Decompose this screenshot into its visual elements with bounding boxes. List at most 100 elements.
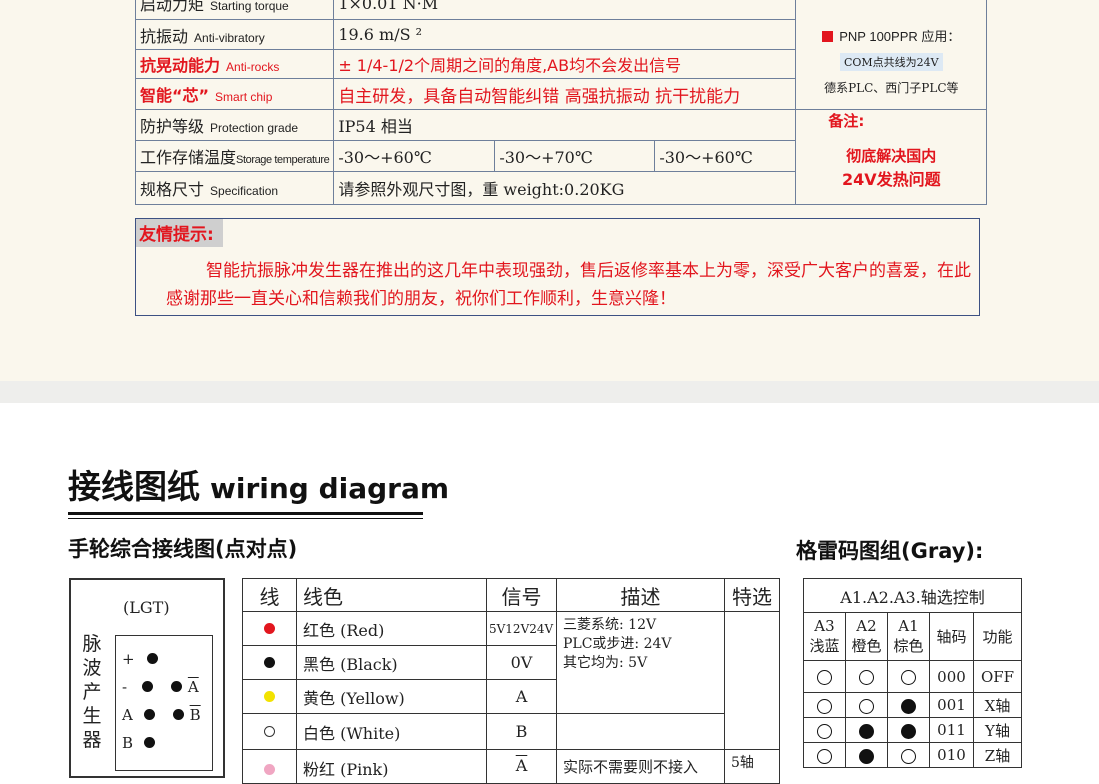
axis-code: 001 — [929, 692, 974, 718]
wire-color-table: 线 线色 信号 描述 特选 红色 (Red) 5V12V24V 三菱系统: 12… — [242, 578, 780, 784]
yellow-dot-icon — [264, 691, 275, 702]
open-circle-icon — [817, 670, 832, 685]
table-row: 白色 (White) B — [242, 713, 780, 750]
col-header: A2 橙色 — [845, 612, 888, 661]
spec-label: 抗晃动能力 Anti-rocks — [134, 49, 335, 79]
special-option: 5轴 — [724, 749, 780, 784]
spec-value: 自主研发，具备自动智能纠错 高强抗振动 抗干扰能力 — [333, 78, 797, 110]
terminal-block: + - A A B B — [115, 635, 213, 771]
axis-code: 011 — [929, 717, 974, 743]
open-circle-icon — [901, 670, 916, 685]
title-underline — [68, 512, 423, 515]
com-note: COM点共线为24V — [839, 53, 943, 71]
terminal-dot-icon — [170, 681, 182, 692]
section-divider — [0, 381, 1099, 403]
temp-value: -30～+70℃ — [494, 140, 656, 172]
terminal-row: A B — [122, 706, 201, 724]
output-info: PNP 100PPR 应用： COM点共线为24V 德系PLC、西门子PLC等 — [795, 0, 988, 110]
spec-label: 工作存储温度Storage temperature — [134, 140, 335, 172]
col-header: A1 棕色 — [887, 612, 930, 661]
col-header: 轴码 — [929, 612, 974, 661]
col-header: 线 — [242, 578, 297, 612]
temp-value: -30～+60℃ — [333, 140, 496, 172]
axis-function: X轴 — [973, 692, 1022, 718]
spec-value: 1×0.01 N·M — [333, 0, 797, 20]
axis-function: Y轴 — [973, 717, 1022, 743]
col-header: 线色 — [296, 578, 487, 612]
terminal-row: + — [122, 650, 159, 668]
red-dot-icon — [264, 623, 275, 634]
col-header: 功能 — [973, 612, 1022, 661]
terminal-dot-icon — [143, 737, 155, 748]
terminal-row: - A — [122, 678, 199, 696]
wire-color-name: 黑色 (Black) — [296, 645, 487, 680]
note-line: 彻底解决国内 — [846, 147, 937, 165]
col-header: 信号 — [486, 578, 557, 612]
signal-value: B — [486, 713, 557, 750]
wire-color-name: 粉红 (Pink) — [296, 749, 487, 784]
table-row: 010 Z轴 — [803, 742, 1022, 768]
terminal-dot-icon — [172, 709, 184, 720]
pulse-generator-box: (LGT) 脉波产生器 + - A A B B — [69, 578, 225, 778]
gray-code-table: A1.A2.A3.轴选控制 A3 浅蓝 A2 橙色 A1 棕色 轴码 功能 000 O… — [803, 578, 1022, 768]
col-header: A3 浅蓝 — [803, 612, 846, 661]
filled-circle-icon — [859, 723, 874, 739]
spec-value: 请参照外观尺寸图，重 weight:0.20KG — [333, 171, 797, 205]
spec-label: 防护等级 Protection grade — [134, 109, 335, 141]
wire-color-name: 黄色 (Yellow) — [296, 679, 487, 714]
open-circle-icon — [859, 698, 874, 714]
wiring-title: 接线图纸 wiring diagram — [68, 467, 450, 506]
spec-label: 抗振动 Anti-vibratory — [134, 19, 335, 50]
note-label: 备注: — [828, 112, 865, 130]
title-underline — [68, 518, 423, 519]
temp-value: -30～+60℃ — [654, 140, 797, 172]
note-line: 24V发热问题 — [841, 170, 941, 189]
gray-table-title: A1.A2.A3.轴选控制 — [803, 578, 1022, 613]
col-header: 描述 — [556, 578, 725, 612]
spec-section: 启动力矩 Starting torque 1×0.01 N·M PNP 100PP… — [0, 0, 1099, 381]
spec-label: 启动力矩 Starting torque — [134, 0, 335, 20]
lgt-caption: (LGT) — [123, 598, 170, 617]
spec-label: 规格尺寸 Specification — [134, 171, 335, 205]
table-row: 000 OFF — [803, 660, 1022, 693]
open-circle-icon — [817, 723, 832, 739]
axis-function: OFF — [973, 660, 1022, 693]
spec-table: 启动力矩 Starting torque 1×0.01 N·M PNP 100PP… — [134, 0, 988, 205]
filled-circle-icon — [901, 698, 916, 714]
terminal-row: B — [122, 734, 155, 752]
axis-code: 000 — [929, 660, 974, 693]
filled-circle-icon — [859, 748, 874, 764]
terminal-dot-icon — [143, 709, 155, 720]
white-dot-icon — [264, 726, 275, 737]
signal-value: 0V — [486, 645, 557, 680]
tip-label: 友情提示: — [136, 219, 223, 247]
note-box: 备注: 彻底解决国内 24V发热问题 — [795, 109, 988, 205]
filled-circle-icon — [901, 723, 916, 739]
wire-color-name: 红色 (Red) — [296, 611, 487, 646]
pulse-generator-label: 脉波产生器 — [82, 633, 102, 751]
terminal-dot-icon — [141, 681, 153, 692]
table-row: 粉红 (Pink) A 实际不需要则不接入 5轴 — [242, 749, 780, 784]
table-row: 红色 (Red) 5V12V24V 三菱系统: 12V PLC或步进: 24V … — [242, 611, 780, 750]
open-circle-icon — [817, 748, 832, 764]
plc-note: 德系PLC、西门子PLC等 — [824, 81, 959, 95]
table-row: 011 Y轴 — [803, 717, 1022, 743]
terminal-dot-icon — [147, 653, 159, 664]
signal-value: 5V12V24V — [486, 611, 557, 646]
description-note: 实际不需要则不接入 — [556, 749, 725, 784]
signal-value: A — [486, 679, 557, 714]
voltage-description: 三菱系统: 12V PLC或步进: 24V 其它均为: 5V — [556, 611, 725, 714]
spec-label: 智能“芯” Smart chip — [134, 78, 335, 110]
wiring-left-heading: 手轮综合接线图(点对点) — [68, 537, 298, 561]
table-row: 001 X轴 — [803, 692, 1022, 718]
black-dot-icon — [264, 657, 275, 668]
open-circle-icon — [859, 670, 874, 685]
signal-value: A — [486, 749, 557, 784]
gray-code-heading: 格雷码图组(Gray): — [796, 539, 984, 563]
open-circle-icon — [901, 748, 916, 764]
spec-value: 19.6 m/S ² — [333, 19, 797, 50]
spec-value: ± 1/4-1/2个周期之间的角度,AB均不会发出信号 — [333, 49, 797, 79]
spec-value: IP54 相当 — [333, 109, 797, 141]
axis-code: 010 — [929, 742, 974, 768]
friendly-tip-box: 友情提示: 智能抗振脉冲发生器在推出的这几年中表现强劲，售后返修率基本上为零，深… — [135, 218, 980, 316]
